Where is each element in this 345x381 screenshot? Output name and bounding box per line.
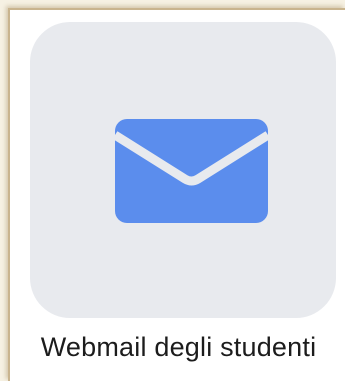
envelope-icon (115, 119, 268, 223)
webmail-app-icon-tile[interactable] (30, 22, 336, 318)
app-label[interactable]: Webmail degli studenti (10, 332, 345, 363)
screenshot-frame: Webmail degli studenti (0, 0, 345, 381)
app-shortcut-card[interactable]: Webmail degli studenti (8, 8, 345, 381)
